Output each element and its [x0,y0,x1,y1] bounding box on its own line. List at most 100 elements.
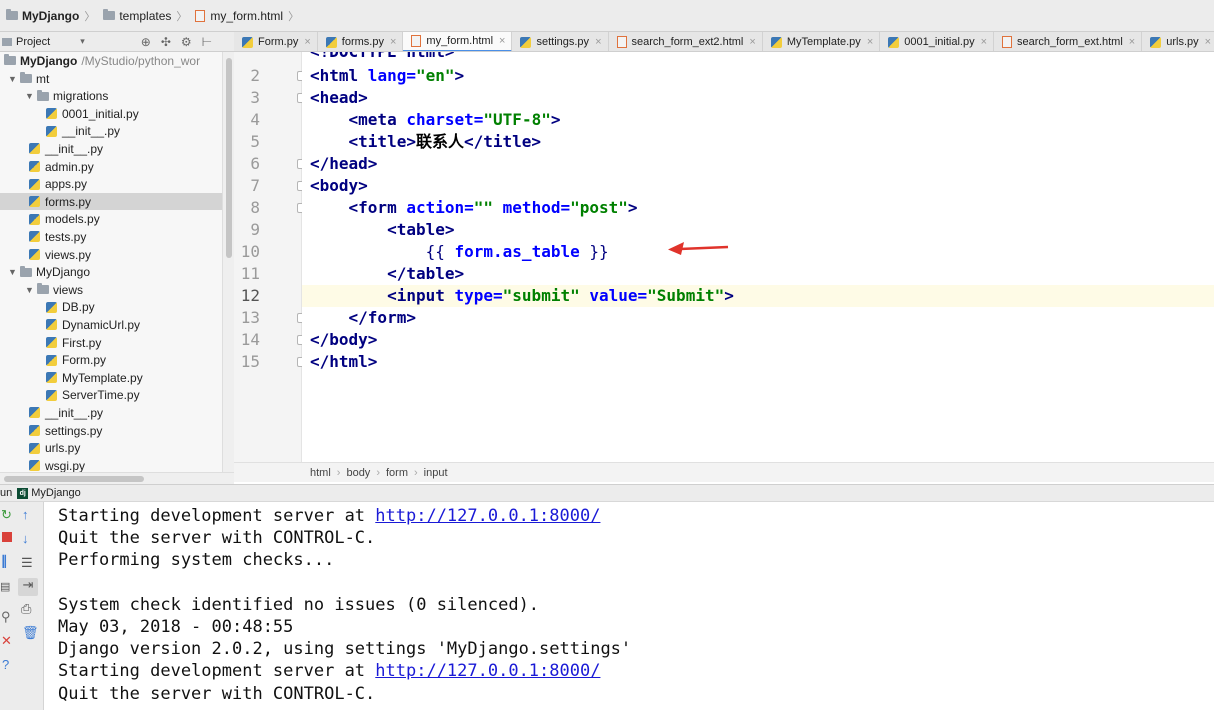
html-file-icon [616,36,627,48]
scrollbar-thumb[interactable] [4,476,144,482]
tree-file[interactable]: apps.py [25,176,87,193]
close-icon[interactable]: × [595,36,601,48]
scroll-from-source-icon[interactable]: ⊕ [141,35,151,49]
expand-arrow-icon[interactable]: ▼ [8,74,20,84]
close-icon[interactable]: × [304,36,310,48]
crumb-form[interactable]: form [386,467,408,479]
tree-file[interactable]: urls.py [25,440,80,457]
tree-horizontal-scrollbar[interactable] [0,472,234,484]
run-actions-right: ↑ ↓ ☰ ⇥ ⎙ 🗑 [14,502,44,710]
tab-urls-py[interactable]: urls.py × [1142,32,1214,51]
tree-item-label: DynamicUrl.py [62,317,141,332]
tree-vertical-scrollbar[interactable] [222,52,234,472]
python-file-icon [46,319,57,331]
collapse-all-icon[interactable]: ✣ [161,35,171,49]
tree-file[interactable]: 0001_initial.py [42,105,139,122]
soft-wrap-icon[interactable]: ☰ [21,556,33,570]
tree-file[interactable]: First.py [42,334,101,351]
python-file-icon [46,337,57,348]
breadcrumb-project[interactable]: MyDjango 〉 [2,5,99,27]
crumb-body[interactable]: body [346,467,370,479]
tree-file[interactable]: MyTemplate.py [42,369,143,386]
close-icon[interactable]: × [1205,36,1211,48]
tab-my-form-html[interactable]: my_form.html × [403,32,513,51]
tree-file[interactable]: DynamicUrl.py [42,316,140,333]
close-icon[interactable]: × [1129,36,1135,48]
close-icon[interactable]: ✕ [1,634,12,648]
tree-file[interactable]: wsgi.py [25,457,85,472]
rerun-icon[interactable]: ↻ [1,508,12,522]
breadcrumb-templates[interactable]: templates 〉 [99,5,191,27]
expand-arrow-icon[interactable]: ▼ [25,91,37,101]
tree-file[interactable]: __init__.py [42,123,120,140]
tab-form-py[interactable]: Form.py × [234,32,318,51]
tree-folder[interactable]: ▼ MyDjango [8,264,90,281]
help-icon[interactable]: ? [2,658,9,672]
stop-icon[interactable] [2,532,12,542]
arrow-up-icon[interactable]: ↑ [22,508,29,522]
tree-folder[interactable]: ▼ views [25,281,83,298]
tab-search-form-ext2-html[interactable]: search_form_ext2.html × [609,32,763,51]
code-line-5: <title>联系人</title> [310,131,542,153]
tree-file[interactable]: ServerTime.py [42,387,140,404]
tag-close: > [454,66,465,85]
tree-file[interactable]: Form.py [42,352,106,369]
run-config-name[interactable]: MyDjango [31,487,81,499]
tree-file[interactable]: forms.py [0,193,222,211]
run-console[interactable]: Starting development server at http://12… [44,502,1214,710]
tag-html-close: </html> [310,352,378,371]
close-icon[interactable]: × [749,36,755,48]
tree-file[interactable]: settings.py [25,422,102,439]
tree-file[interactable]: views.py [25,246,91,263]
tree-file[interactable]: DB.py [42,299,95,316]
close-icon[interactable]: × [981,36,987,48]
dump-threads-icon[interactable]: ▤ [0,580,10,594]
tree-file[interactable]: tests.py [25,228,86,245]
attr-name: method= [493,198,571,217]
crumb-html[interactable]: html [310,467,331,479]
code-editor[interactable]: <!DOCTYPE html> <html lang="en"> <head> … [302,52,1214,462]
scroll-to-end-icon[interactable]: ⇥ [18,578,38,596]
tab-forms-py[interactable]: forms.py × [318,32,404,51]
close-icon[interactable]: × [867,36,873,48]
print-icon[interactable]: ⎙ [21,602,31,616]
run-actions-left: ↻ ∥ ▤ ⚲ ✕ ? [0,502,14,710]
tree-root[interactable]: MyDjango /MyStudio/python_wor [4,52,200,69]
console-text: Starting development server at [58,661,376,682]
breadcrumb-file[interactable]: my_form.html 〉 [191,5,303,27]
tree-file[interactable]: models.py [25,211,100,228]
pin-icon[interactable]: ⚲ [1,610,11,624]
tree-folder[interactable]: ▼ migrations [25,88,108,105]
gear-icon[interactable]: ⚙ [181,35,192,49]
line-number: 4 [250,110,260,129]
server-url-link[interactable]: http://127.0.0.1:8000/ [375,661,600,681]
pause-icon[interactable]: ∥ [1,554,8,568]
close-icon[interactable]: × [390,36,396,48]
scrollbar-thumb[interactable] [226,58,232,258]
chevron-right-icon: 〉 [84,10,96,23]
tab-settings-py[interactable]: settings.py × [512,32,609,51]
close-icon[interactable]: × [499,35,505,47]
tree-folder[interactable]: ▼ mt [8,70,49,87]
tab-label: urls.py [1166,36,1199,48]
django-icon: dj [17,487,29,499]
tab-label: search_form_ext2.html [631,36,744,48]
crumb-input[interactable]: input [424,467,448,479]
template-brace: {{ [425,242,455,261]
tree-file[interactable]: __init__.py [25,140,103,157]
server-url-link[interactable]: http://127.0.0.1:8000/ [375,506,600,526]
dropdown-icon[interactable]: ▾ [80,36,85,47]
tab-search-form-ext-html[interactable]: search_form_ext.html × [994,32,1143,51]
tree-item-label: migrations [53,89,109,104]
tree-file[interactable]: __init__.py [25,404,103,421]
hide-panel-icon[interactable]: ⊢ [202,35,212,49]
tab-mytemplate-py[interactable]: MyTemplate.py × [763,32,881,51]
tab-0001-initial-py[interactable]: 0001_initial.py × [880,32,995,51]
tree-file[interactable]: admin.py [25,158,94,175]
arrow-down-icon[interactable]: ↓ [22,532,29,546]
expand-arrow-icon[interactable]: ▼ [8,267,20,277]
trash-icon[interactable]: 🗑 [22,626,39,640]
tag-close: > [724,286,734,305]
project-view-selector[interactable]: Project [16,36,50,48]
expand-arrow-icon[interactable]: ▼ [25,285,37,295]
